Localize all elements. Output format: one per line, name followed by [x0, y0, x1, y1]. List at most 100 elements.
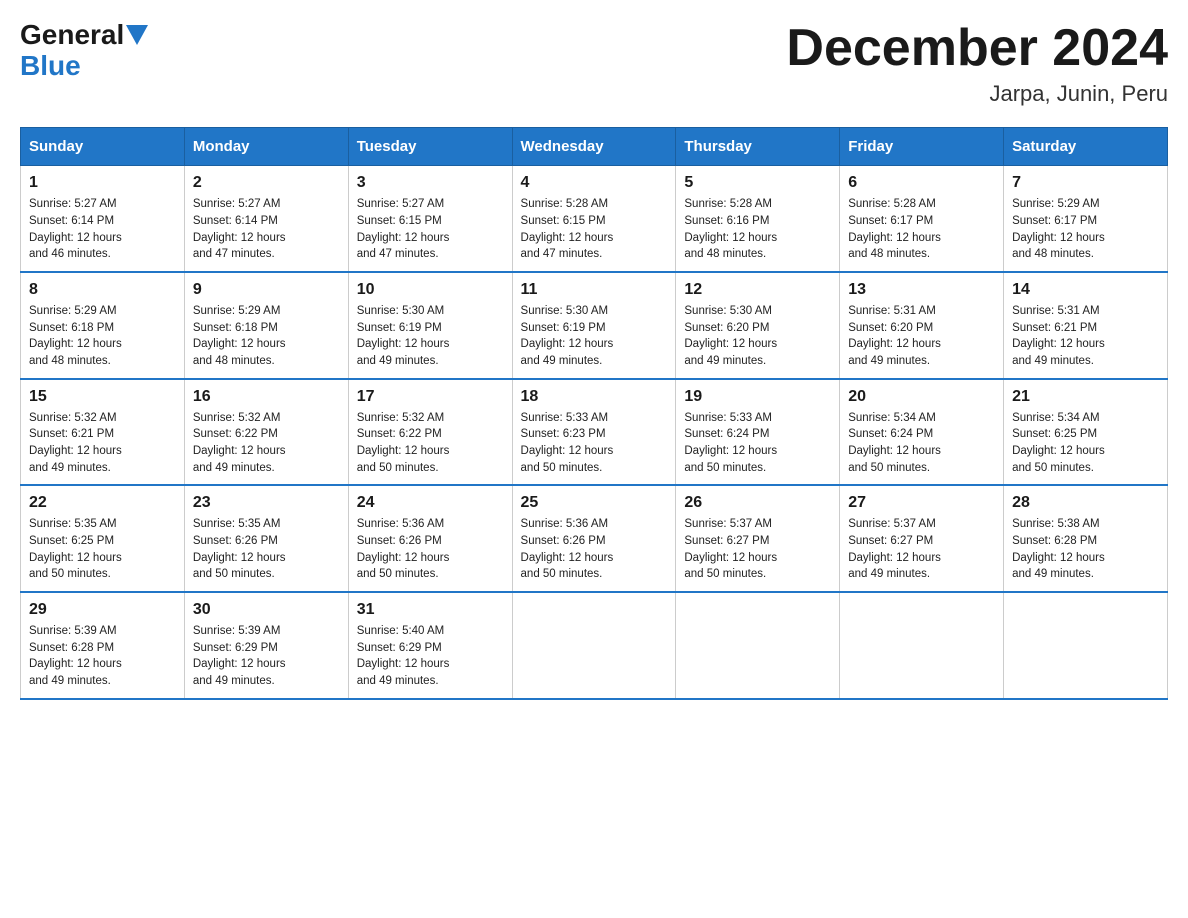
day-info: Sunrise: 5:28 AMSunset: 6:17 PMDaylight:…	[848, 196, 995, 263]
day-info: Sunrise: 5:27 AMSunset: 6:15 PMDaylight:…	[357, 196, 504, 263]
calendar-day-cell: 2 Sunrise: 5:27 AMSunset: 6:14 PMDaylight…	[184, 166, 348, 272]
calendar-empty-cell	[676, 592, 840, 699]
day-number: 5	[684, 174, 831, 192]
day-number: 17	[357, 388, 504, 406]
day-info: Sunrise: 5:37 AMSunset: 6:27 PMDaylight:…	[684, 516, 831, 583]
day-info: Sunrise: 5:36 AMSunset: 6:26 PMDaylight:…	[521, 516, 668, 583]
calendar-day-cell: 17Sunrise: 5:32 AMSunset: 6:22 PMDayligh…	[348, 379, 512, 486]
day-number: 6	[848, 174, 995, 192]
day-number: 23	[193, 494, 340, 512]
calendar-day-cell: 8Sunrise: 5:29 AMSunset: 6:18 PMDaylight…	[21, 272, 185, 379]
day-info: Sunrise: 5:36 AMSunset: 6:26 PMDaylight:…	[357, 516, 504, 583]
header-day-monday: Monday	[184, 128, 348, 166]
calendar-day-cell: 29 Sunrise: 5:39 AMSunset: 6:28 PMDayligh…	[21, 592, 185, 699]
day-number: 24	[357, 494, 504, 512]
calendar-day-cell: 28 Sunrise: 5:38 AMSunset: 6:28 PMDayligh…	[1004, 485, 1168, 592]
calendar-day-cell: 26 Sunrise: 5:37 AMSunset: 6:27 PMDayligh…	[676, 485, 840, 592]
day-info: Sunrise: 5:35 AMSunset: 6:26 PMDaylight:…	[193, 516, 340, 583]
calendar-day-cell: 24 Sunrise: 5:36 AMSunset: 6:26 PMDayligh…	[348, 485, 512, 592]
day-number: 9	[193, 281, 340, 299]
calendar-day-cell: 30 Sunrise: 5:39 AMSunset: 6:29 PMDayligh…	[184, 592, 348, 699]
calendar-day-cell: 13 Sunrise: 5:31 AMSunset: 6:20 PMDayligh…	[840, 272, 1004, 379]
calendar-table: SundayMondayTuesdayWednesdayThursdayFrid…	[20, 127, 1168, 699]
day-info: Sunrise: 5:31 AMSunset: 6:20 PMDaylight:…	[848, 303, 995, 370]
calendar-day-cell: 7 Sunrise: 5:29 AMSunset: 6:17 PMDaylight…	[1004, 166, 1168, 272]
calendar-day-cell: 16Sunrise: 5:32 AMSunset: 6:22 PMDayligh…	[184, 379, 348, 486]
day-number: 27	[848, 494, 995, 512]
logo-triangle-icon	[126, 25, 148, 45]
calendar-day-cell: 10 Sunrise: 5:30 AMSunset: 6:19 PMDayligh…	[348, 272, 512, 379]
day-info: Sunrise: 5:39 AMSunset: 6:29 PMDaylight:…	[193, 623, 340, 690]
calendar-empty-cell	[840, 592, 1004, 699]
day-info: Sunrise: 5:39 AMSunset: 6:28 PMDaylight:…	[29, 623, 176, 690]
calendar-day-cell: 22Sunrise: 5:35 AMSunset: 6:25 PMDayligh…	[21, 485, 185, 592]
day-number: 21	[1012, 388, 1159, 406]
calendar-day-cell: 6 Sunrise: 5:28 AMSunset: 6:17 PMDaylight…	[840, 166, 1004, 272]
calendar-day-cell: 31 Sunrise: 5:40 AMSunset: 6:29 PMDayligh…	[348, 592, 512, 699]
calendar-week-row: 15 Sunrise: 5:32 AMSunset: 6:21 PMDayligh…	[21, 379, 1168, 486]
day-info: Sunrise: 5:37 AMSunset: 6:27 PMDaylight:…	[848, 516, 995, 583]
calendar-week-row: 22Sunrise: 5:35 AMSunset: 6:25 PMDayligh…	[21, 485, 1168, 592]
day-info: Sunrise: 5:27 AMSunset: 6:14 PMDaylight:…	[29, 196, 176, 263]
header-day-friday: Friday	[840, 128, 1004, 166]
calendar-week-row: 29 Sunrise: 5:39 AMSunset: 6:28 PMDayligh…	[21, 592, 1168, 699]
day-number: 2	[193, 174, 340, 192]
day-info: Sunrise: 5:29 AMSunset: 6:18 PMDaylight:…	[29, 303, 176, 370]
day-number: 26	[684, 494, 831, 512]
calendar-day-cell: 23 Sunrise: 5:35 AMSunset: 6:26 PMDayligh…	[184, 485, 348, 592]
calendar-day-cell: 25 Sunrise: 5:36 AMSunset: 6:26 PMDayligh…	[512, 485, 676, 592]
day-info: Sunrise: 5:38 AMSunset: 6:28 PMDaylight:…	[1012, 516, 1159, 583]
calendar-location: Jarpa, Junin, Peru	[786, 81, 1168, 107]
calendar-day-cell: 21 Sunrise: 5:34 AMSunset: 6:25 PMDayligh…	[1004, 379, 1168, 486]
day-number: 29	[29, 601, 176, 619]
day-number: 1	[29, 174, 176, 192]
day-info: Sunrise: 5:30 AMSunset: 6:19 PMDaylight:…	[357, 303, 504, 370]
day-info: Sunrise: 5:32 AMSunset: 6:22 PMDaylight:…	[193, 410, 340, 477]
day-number: 30	[193, 601, 340, 619]
day-info: Sunrise: 5:33 AMSunset: 6:24 PMDaylight:…	[684, 410, 831, 477]
header-day-tuesday: Tuesday	[348, 128, 512, 166]
header-day-sunday: Sunday	[21, 128, 185, 166]
day-info: Sunrise: 5:34 AMSunset: 6:25 PMDaylight:…	[1012, 410, 1159, 477]
day-number: 31	[357, 601, 504, 619]
day-number: 20	[848, 388, 995, 406]
day-info: Sunrise: 5:35 AMSunset: 6:25 PMDaylight:…	[29, 516, 176, 583]
day-number: 28	[1012, 494, 1159, 512]
calendar-day-cell: 4Sunrise: 5:28 AMSunset: 6:15 PMDaylight…	[512, 166, 676, 272]
day-info: Sunrise: 5:27 AMSunset: 6:14 PMDaylight:…	[193, 196, 340, 263]
day-info: Sunrise: 5:30 AMSunset: 6:20 PMDaylight:…	[684, 303, 831, 370]
day-info: Sunrise: 5:32 AMSunset: 6:21 PMDaylight:…	[29, 410, 176, 477]
day-info: Sunrise: 5:34 AMSunset: 6:24 PMDaylight:…	[848, 410, 995, 477]
day-number: 12	[684, 281, 831, 299]
day-number: 10	[357, 281, 504, 299]
calendar-day-cell: 18Sunrise: 5:33 AMSunset: 6:23 PMDayligh…	[512, 379, 676, 486]
day-number: 14	[1012, 281, 1159, 299]
day-number: 7	[1012, 174, 1159, 192]
calendar-day-cell: 27 Sunrise: 5:37 AMSunset: 6:27 PMDayligh…	[840, 485, 1004, 592]
title-block: December 2024 Jarpa, Junin, Peru	[786, 20, 1168, 107]
calendar-header-row: SundayMondayTuesdayWednesdayThursdayFrid…	[21, 128, 1168, 166]
day-number: 4	[521, 174, 668, 192]
calendar-week-row: 1 Sunrise: 5:27 AMSunset: 6:14 PMDaylight…	[21, 166, 1168, 272]
calendar-day-cell: 19Sunrise: 5:33 AMSunset: 6:24 PMDayligh…	[676, 379, 840, 486]
logo: General Blue	[20, 20, 148, 82]
calendar-day-cell: 12 Sunrise: 5:30 AMSunset: 6:20 PMDayligh…	[676, 272, 840, 379]
day-info: Sunrise: 5:31 AMSunset: 6:21 PMDaylight:…	[1012, 303, 1159, 370]
calendar-empty-cell	[512, 592, 676, 699]
calendar-day-cell: 9Sunrise: 5:29 AMSunset: 6:18 PMDaylight…	[184, 272, 348, 379]
calendar-title: December 2024	[786, 20, 1168, 77]
day-number: 25	[521, 494, 668, 512]
day-number: 13	[848, 281, 995, 299]
calendar-day-cell: 3 Sunrise: 5:27 AMSunset: 6:15 PMDaylight…	[348, 166, 512, 272]
day-info: Sunrise: 5:40 AMSunset: 6:29 PMDaylight:…	[357, 623, 504, 690]
calendar-day-cell: 14 Sunrise: 5:31 AMSunset: 6:21 PMDayligh…	[1004, 272, 1168, 379]
calendar-day-cell: 20 Sunrise: 5:34 AMSunset: 6:24 PMDayligh…	[840, 379, 1004, 486]
header-day-thursday: Thursday	[676, 128, 840, 166]
logo-blue-text: Blue	[20, 50, 81, 81]
day-info: Sunrise: 5:33 AMSunset: 6:23 PMDaylight:…	[521, 410, 668, 477]
day-number: 3	[357, 174, 504, 192]
day-info: Sunrise: 5:29 AMSunset: 6:17 PMDaylight:…	[1012, 196, 1159, 263]
header-day-wednesday: Wednesday	[512, 128, 676, 166]
day-number: 15	[29, 388, 176, 406]
calendar-day-cell: 1 Sunrise: 5:27 AMSunset: 6:14 PMDaylight…	[21, 166, 185, 272]
